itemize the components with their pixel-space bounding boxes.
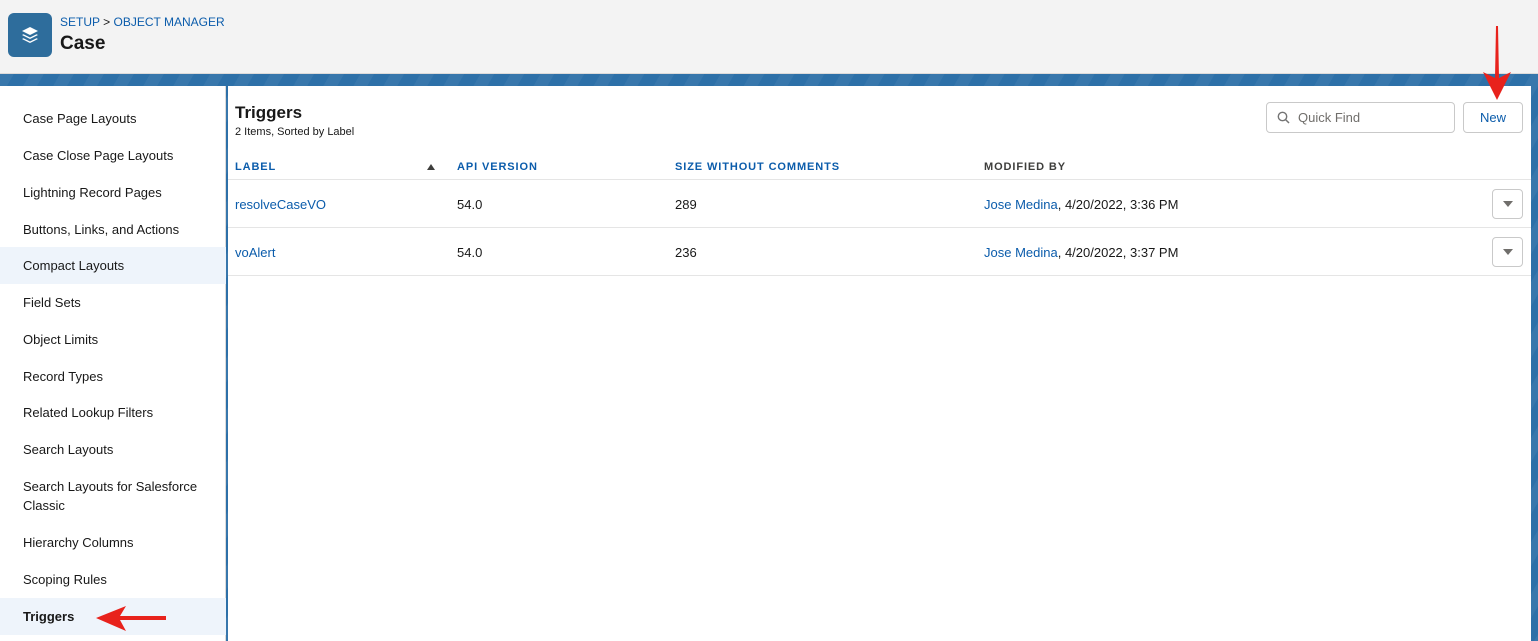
sidebar-item-case-close-page-layouts[interactable]: Case Close Page Layouts	[0, 137, 226, 174]
sidebar: Case Page Layouts Case Close Page Layout…	[0, 86, 226, 641]
table-row: resolveCaseVO 54.0 289 Jose Medina, 4/20…	[228, 180, 1531, 228]
api-version-cell: 54.0	[457, 197, 483, 212]
sidebar-item-label: Search Layouts for Salesforce Classic	[23, 478, 198, 513]
sidebar-item-label: Record Types	[23, 368, 103, 384]
column-header-api-version[interactable]: API VERSION	[457, 161, 538, 173]
sidebar-item-label: Case Close Page Layouts	[23, 148, 174, 163]
sidebar-item-label: Triggers	[23, 609, 75, 624]
table-row: voAlert 54.0 236 Jose Medina, 4/20/2022,…	[228, 228, 1531, 276]
trigger-label-link[interactable]: resolveCaseVO	[235, 197, 326, 212]
modified-by-user-link[interactable]: Jose Medina	[984, 245, 1058, 260]
red-arrow-icon	[1483, 26, 1511, 100]
sidebar-item-buttons-links-actions[interactable]: Buttons, Links, and Actions	[0, 211, 226, 247]
modified-by-user-link[interactable]: Jose Medina	[984, 197, 1058, 212]
search-icon	[1277, 111, 1290, 124]
sidebar-item-case-page-layouts[interactable]: Case Page Layouts	[0, 100, 226, 137]
sidebar-item-label: Related Lookup Filters	[23, 405, 154, 420]
sidebar-item-object-limits[interactable]: Object Limits	[0, 321, 226, 358]
column-header-label[interactable]: LABEL	[235, 161, 276, 173]
api-version-cell: 54.0	[457, 245, 483, 260]
trigger-label-link[interactable]: voAlert	[235, 245, 275, 260]
page-header: SETUP > OBJECT MANAGER Case	[0, 0, 1538, 74]
sidebar-item-label: Lightning Record Pages	[23, 185, 162, 200]
layers-icon	[8, 13, 52, 57]
sort-ascending-icon	[427, 164, 435, 170]
row-actions-button[interactable]	[1492, 189, 1523, 219]
new-button[interactable]: New	[1463, 102, 1523, 133]
sidebar-item-compact-layouts[interactable]: Compact Layouts	[0, 247, 226, 284]
quick-find-input[interactable]	[1298, 110, 1448, 125]
breadcrumb-setup-link[interactable]: SETUP	[60, 15, 100, 29]
sidebar-item-search-layouts-classic[interactable]: Search Layouts for Salesforce Classic	[0, 468, 226, 523]
size-cell: 236	[675, 245, 697, 260]
main-panel: Triggers 2 Items, Sorted by Label New LA…	[228, 86, 1531, 641]
modified-by-cell: Jose Medina, 4/20/2022, 3:37 PM	[984, 245, 1178, 260]
sidebar-item-label: Compact Layouts	[23, 258, 125, 273]
sidebar-item-label: Object Limits	[23, 332, 99, 347]
breadcrumb-separator: >	[103, 15, 111, 29]
quick-find-box[interactable]	[1266, 102, 1455, 133]
sidebar-item-related-lookup-filters[interactable]: Related Lookup Filters	[0, 394, 226, 431]
breadcrumb: SETUP > OBJECT MANAGER	[60, 15, 225, 29]
column-header-size[interactable]: SIZE WITHOUT COMMENTS	[675, 161, 840, 173]
sidebar-item-scoping-rules[interactable]: Scoping Rules	[0, 561, 226, 598]
red-arrow-icon	[96, 606, 166, 631]
sidebar-item-search-layouts[interactable]: Search Layouts	[0, 431, 226, 468]
sidebar-item-hierarchy-columns[interactable]: Hierarchy Columns	[0, 524, 226, 561]
table-header: LABEL API VERSION SIZE WITHOUT COMMENTS …	[228, 156, 1531, 180]
size-cell: 289	[675, 197, 697, 212]
section-subtitle: 2 Items, Sorted by Label	[235, 126, 355, 138]
sidebar-item-label: Hierarchy Columns	[23, 535, 134, 550]
chevron-down-icon	[1502, 201, 1513, 207]
sidebar-item-lightning-record-pages[interactable]: Lightning Record Pages	[0, 174, 226, 211]
sidebar-item-field-sets[interactable]: Field Sets	[0, 284, 226, 321]
column-header-modified-by: MODIFIED BY	[984, 161, 1067, 173]
sidebar-item-label: Case Page Layouts	[23, 111, 137, 126]
modified-date: , 4/20/2022, 3:36 PM	[1057, 197, 1179, 212]
section-title: Triggers	[235, 103, 303, 122]
row-actions-button[interactable]	[1492, 237, 1523, 267]
breadcrumb-object-manager-link[interactable]: OBJECT MANAGER	[114, 15, 225, 29]
sidebar-item-label: Search Layouts	[23, 442, 114, 457]
sidebar-item-label: Buttons, Links, and Actions	[23, 221, 180, 237]
sidebar-item-label: Scoping Rules	[23, 572, 107, 587]
page-title: Case	[60, 33, 106, 54]
chevron-down-icon	[1502, 249, 1513, 255]
modified-date: , 4/20/2022, 3:37 PM	[1057, 245, 1179, 260]
sidebar-item-record-types[interactable]: Record Types	[0, 358, 226, 394]
sidebar-item-label: Field Sets	[23, 295, 81, 310]
modified-by-cell: Jose Medina, 4/20/2022, 3:36 PM	[984, 197, 1178, 212]
